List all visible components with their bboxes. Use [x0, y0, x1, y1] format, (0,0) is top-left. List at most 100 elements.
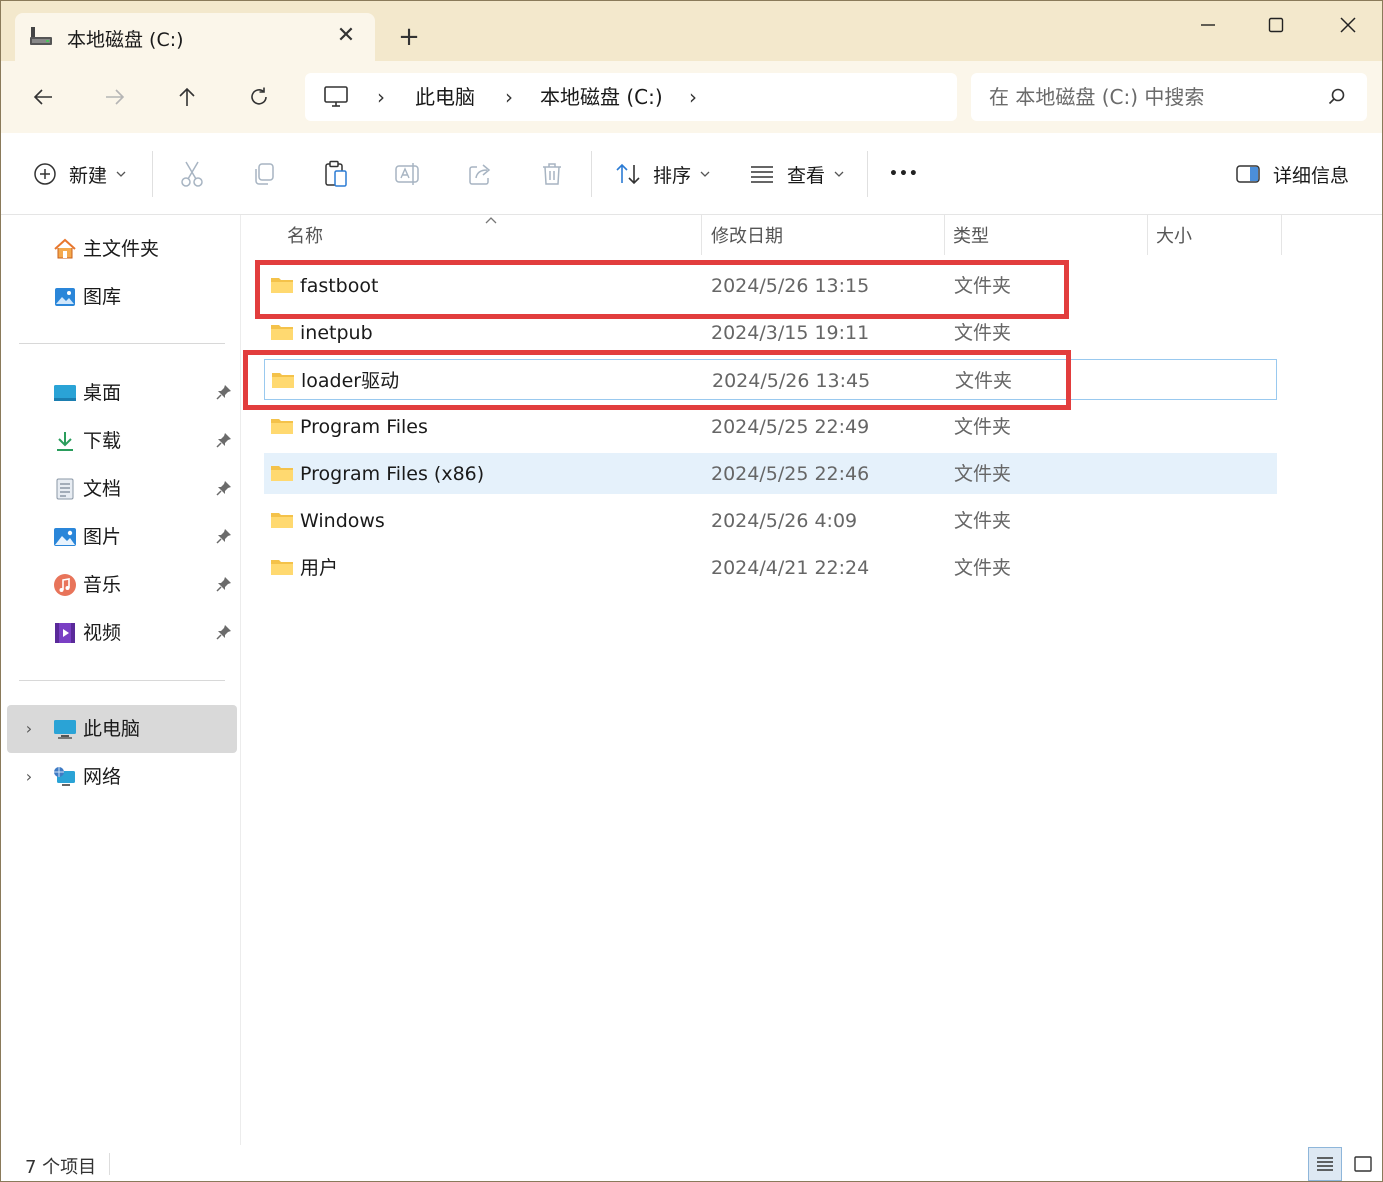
forward-button[interactable]	[97, 79, 133, 115]
file-name: Windows	[300, 510, 385, 532]
file-date: 2024/4/21 22:24	[711, 557, 870, 579]
desktop-icon	[54, 385, 76, 401]
pin-icon[interactable]	[215, 575, 233, 593]
file-name: inetpub	[300, 322, 373, 344]
file-row[interactable]: Program Files 2024/5/25 22:49 文件夹	[264, 406, 1277, 447]
arrow-left-icon	[33, 89, 52, 105]
file-list: 名称 修改日期 类型 大小 fastboot 2024/5/26 13:15 文…	[241, 215, 1382, 1145]
sidebar-item-documents[interactable]: 文档	[1, 467, 241, 511]
sidebar-item-downloads[interactable]: 下载	[1, 419, 241, 463]
chevron-right-icon[interactable]: ›	[21, 719, 37, 739]
sidebar-item-music[interactable]: 音乐	[1, 563, 241, 607]
file-row[interactable]: 用户 2024/4/21 22:24 文件夹	[264, 547, 1277, 588]
chevron-right-icon[interactable]: ›	[501, 85, 517, 109]
file-date: 2024/5/25 22:49	[711, 416, 870, 438]
more-options-button[interactable]: •••	[889, 157, 921, 191]
folder-icon	[271, 419, 293, 434]
paste-button[interactable]	[321, 159, 351, 189]
folder-icon	[271, 466, 293, 481]
details-view-button[interactable]	[1308, 1147, 1342, 1181]
file-date: 2024/3/15 19:11	[711, 322, 870, 344]
folder-icon	[271, 325, 293, 340]
back-button[interactable]	[25, 79, 61, 115]
pin-icon[interactable]	[215, 527, 233, 545]
sidebar-item-this-pc[interactable]: › 此电脑	[7, 705, 237, 753]
pin-icon[interactable]	[215, 383, 233, 401]
minimize-button[interactable]	[1183, 7, 1233, 43]
chevron-right-icon[interactable]: ›	[21, 767, 37, 787]
sort-button[interactable]: 排序	[615, 157, 711, 191]
sidebar-divider	[19, 343, 225, 344]
rename-icon	[395, 163, 419, 185]
breadcrumb-local-disk[interactable]: 本地磁盘 (C:)	[540, 85, 663, 109]
sidebar-item-home[interactable]: 主文件夹	[1, 227, 241, 271]
file-type: 文件夹	[954, 510, 1012, 532]
tiles-view-button[interactable]	[1346, 1147, 1380, 1181]
sidebar-item-pictures[interactable]: 图片	[1, 515, 241, 559]
file-type: 文件夹	[954, 322, 1012, 344]
video-icon	[55, 623, 75, 643]
file-type: 文件夹	[954, 416, 1012, 438]
title-bar: 本地磁盘 (C:) ✕ +	[1, 1, 1382, 61]
share-icon	[469, 164, 491, 185]
details-pane-button[interactable]: 详细信息	[1235, 157, 1349, 191]
tab-close-icon[interactable]: ✕	[333, 23, 359, 49]
folder-icon	[271, 560, 293, 575]
file-row[interactable]: Program Files (x86) 2024/5/25 22:46 文件夹	[264, 453, 1277, 494]
toolbar-divider	[152, 151, 153, 197]
view-button[interactable]: 查看	[749, 157, 845, 191]
column-divider[interactable]	[1281, 215, 1282, 255]
sidebar-item-desktop[interactable]: 桌面	[1, 371, 241, 415]
pictures-icon	[54, 528, 76, 546]
close-button[interactable]	[1323, 7, 1373, 43]
chevron-down-icon	[834, 171, 844, 177]
status-bar: 7 个项目	[1, 1145, 1382, 1181]
pin-icon[interactable]	[215, 623, 233, 641]
refresh-icon	[251, 87, 267, 105]
search-input[interactable]	[989, 83, 1309, 111]
cut-button[interactable]	[177, 159, 207, 189]
column-header-name[interactable]: 名称	[287, 215, 323, 259]
share-button[interactable]	[465, 159, 495, 189]
file-name: Program Files (x86)	[300, 463, 485, 485]
pin-icon[interactable]	[215, 431, 233, 449]
chevron-right-icon[interactable]: ›	[373, 85, 389, 109]
tab-local-disk[interactable]: 本地磁盘 (C:) ✕	[15, 13, 375, 61]
toolbar-divider	[867, 151, 868, 197]
column-divider[interactable]	[944, 215, 945, 255]
sidebar-item-network[interactable]: › 网络	[1, 755, 241, 799]
sidebar-item-label: 音乐	[83, 574, 122, 596]
refresh-button[interactable]	[241, 79, 277, 115]
sort-label: 排序	[653, 164, 692, 187]
copy-button[interactable]	[249, 159, 279, 189]
music-icon	[54, 574, 76, 596]
gallery-icon	[55, 288, 75, 306]
rename-button[interactable]	[393, 159, 423, 189]
sidebar-item-videos[interactable]: 视频	[1, 611, 241, 655]
copy-icon	[255, 163, 274, 185]
clipboard-icon	[325, 160, 347, 187]
pin-icon[interactable]	[215, 479, 233, 497]
breadcrumb-this-pc[interactable]: 此电脑	[415, 85, 475, 109]
sidebar-item-gallery[interactable]: 图库	[1, 275, 241, 319]
chevron-right-icon[interactable]: ›	[685, 85, 701, 109]
column-header-date[interactable]: 修改日期	[711, 215, 783, 259]
details-label: 详细信息	[1273, 164, 1350, 187]
new-button[interactable]: 新建	[33, 157, 127, 191]
new-tab-button[interactable]: +	[393, 21, 425, 53]
file-type: 文件夹	[954, 463, 1012, 485]
column-divider[interactable]	[701, 215, 702, 255]
file-row[interactable]: Windows 2024/5/26 4:09 文件夹	[264, 500, 1277, 541]
sidebar-divider	[19, 680, 225, 681]
network-icon	[54, 767, 75, 786]
column-divider[interactable]	[1147, 215, 1148, 255]
search-box[interactable]	[971, 73, 1367, 121]
search-icon	[1328, 88, 1345, 105]
breadcrumb[interactable]: › 此电脑 › 本地磁盘 (C:) ›	[305, 73, 957, 121]
minimize-icon	[1201, 24, 1215, 26]
up-button[interactable]	[169, 79, 205, 115]
column-header-type[interactable]: 类型	[953, 215, 989, 259]
delete-button[interactable]	[537, 159, 567, 189]
column-header-size[interactable]: 大小	[1156, 215, 1192, 259]
maximize-button[interactable]	[1251, 7, 1301, 43]
